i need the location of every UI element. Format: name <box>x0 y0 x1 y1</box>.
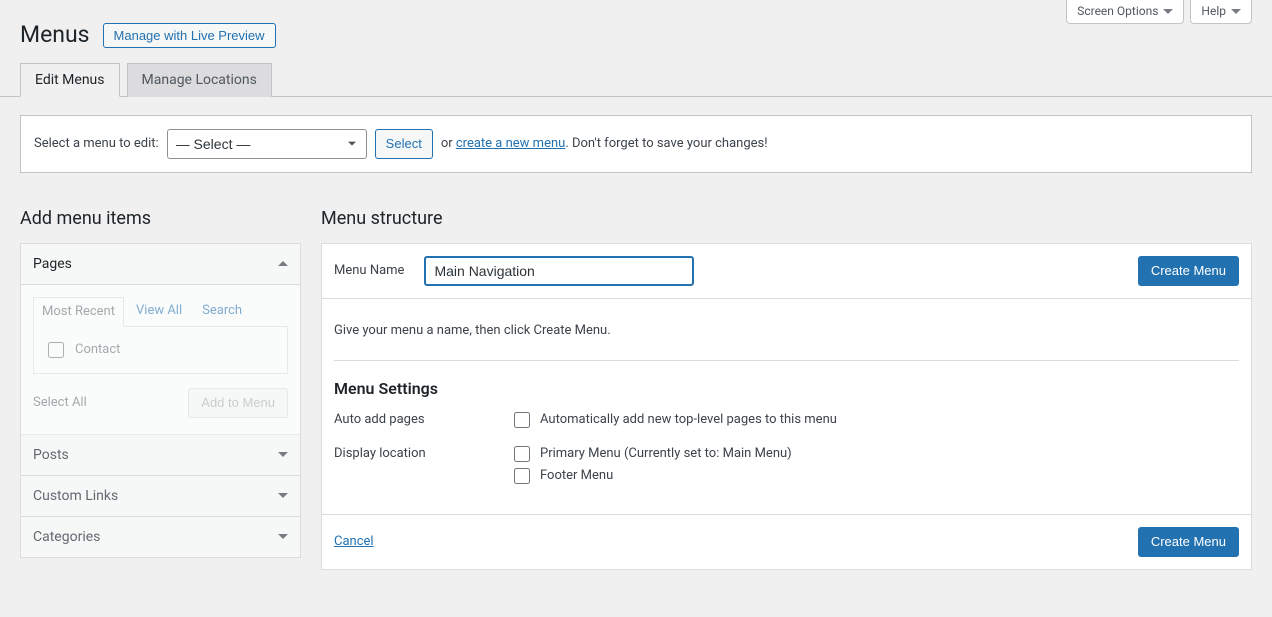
location-primary-note: (Currently set to: Main Menu) <box>624 446 792 461</box>
select-all-link[interactable]: Select All <box>33 395 87 410</box>
nav-tabs: Edit Menus Manage Locations <box>0 50 1272 97</box>
caret-down-icon <box>278 493 288 498</box>
live-preview-button[interactable]: Manage with Live Preview <box>103 23 276 48</box>
menu-settings-heading: Menu Settings <box>334 379 1239 398</box>
menu-structure-heading: Menu structure <box>321 208 1252 229</box>
accordion-categories-label: Categories <box>33 529 100 545</box>
tab-edit-menus[interactable]: Edit Menus <box>20 63 120 97</box>
accordion-pages[interactable]: Pages <box>21 244 300 285</box>
add-to-menu-button: Add to Menu <box>188 388 288 418</box>
menu-select-dropdown[interactable]: — Select — <box>167 129 367 159</box>
add-menu-items-heading: Add menu items <box>20 208 301 229</box>
page-item-contact[interactable]: Contact <box>44 339 277 361</box>
menu-selector-label: Select a menu to edit: <box>34 136 159 151</box>
menu-name-input[interactable] <box>424 256 694 286</box>
screen-options-label: Screen Options <box>1077 4 1158 18</box>
caret-down-icon <box>278 534 288 539</box>
selector-suffix-text: . Don't forget to save your changes! <box>565 136 767 151</box>
page-item-checkbox[interactable] <box>48 342 64 358</box>
location-primary-text: Primary Menu <box>540 446 621 461</box>
caret-down-icon <box>278 452 288 457</box>
menu-name-label: Menu Name <box>334 263 404 278</box>
inner-tab-view-all[interactable]: View All <box>128 297 190 326</box>
inner-tab-search[interactable]: Search <box>194 297 250 326</box>
auto-add-pages-text: Automatically add new top-level pages to… <box>540 412 837 427</box>
or-text: or <box>441 136 453 151</box>
accordion-posts-label: Posts <box>33 447 69 463</box>
caret-down-icon <box>1231 9 1241 14</box>
page-item-label: Contact <box>75 342 120 357</box>
tab-manage-locations[interactable]: Manage Locations <box>127 63 272 97</box>
select-button[interactable]: Select <box>375 129 433 159</box>
menu-items-accordion: Pages Most Recent View All Search Contac… <box>20 243 301 558</box>
screen-options-button[interactable]: Screen Options <box>1066 0 1184 24</box>
help-label: Help <box>1201 4 1226 18</box>
location-primary-option[interactable]: Primary Menu (Currently set to: Main Men… <box>514 446 1239 462</box>
accordion-custom-links-label: Custom Links <box>33 488 118 504</box>
caret-up-icon <box>278 261 288 266</box>
location-footer-text: Footer Menu <box>540 468 613 483</box>
create-menu-button-bottom[interactable]: Create Menu <box>1138 527 1239 557</box>
accordion-posts[interactable]: Posts <box>21 435 300 476</box>
location-footer-option[interactable]: Footer Menu <box>514 468 1239 484</box>
accordion-categories[interactable]: Categories <box>21 517 300 557</box>
menu-selector-bar: Select a menu to edit: — Select — Select… <box>20 115 1252 173</box>
menu-instructions: Give your menu a name, then click Create… <box>334 323 1239 338</box>
cancel-link[interactable]: Cancel <box>334 534 374 549</box>
display-location-label: Display location <box>334 446 514 490</box>
accordion-pages-label: Pages <box>33 256 72 272</box>
auto-add-label: Auto add pages <box>334 412 514 434</box>
create-new-menu-link[interactable]: create a new menu <box>456 136 565 151</box>
location-footer-checkbox[interactable] <box>514 468 530 484</box>
pages-inner-tabs: Most Recent View All Search <box>33 297 288 326</box>
auto-add-pages-option[interactable]: Automatically add new top-level pages to… <box>514 412 1239 428</box>
caret-down-icon <box>1163 9 1173 14</box>
accordion-pages-body: Most Recent View All Search Contact Sele… <box>21 285 300 435</box>
accordion-custom-links[interactable]: Custom Links <box>21 476 300 517</box>
location-primary-checkbox[interactable] <box>514 446 530 462</box>
page-title: Menus <box>20 20 90 50</box>
help-button[interactable]: Help <box>1190 0 1252 24</box>
pages-list: Contact <box>33 326 288 374</box>
auto-add-pages-checkbox[interactable] <box>514 412 530 428</box>
inner-tab-most-recent[interactable]: Most Recent <box>33 297 124 327</box>
menu-frame: Menu Name Create Menu Give your menu a n… <box>321 243 1252 570</box>
create-menu-button-top[interactable]: Create Menu <box>1138 256 1239 286</box>
